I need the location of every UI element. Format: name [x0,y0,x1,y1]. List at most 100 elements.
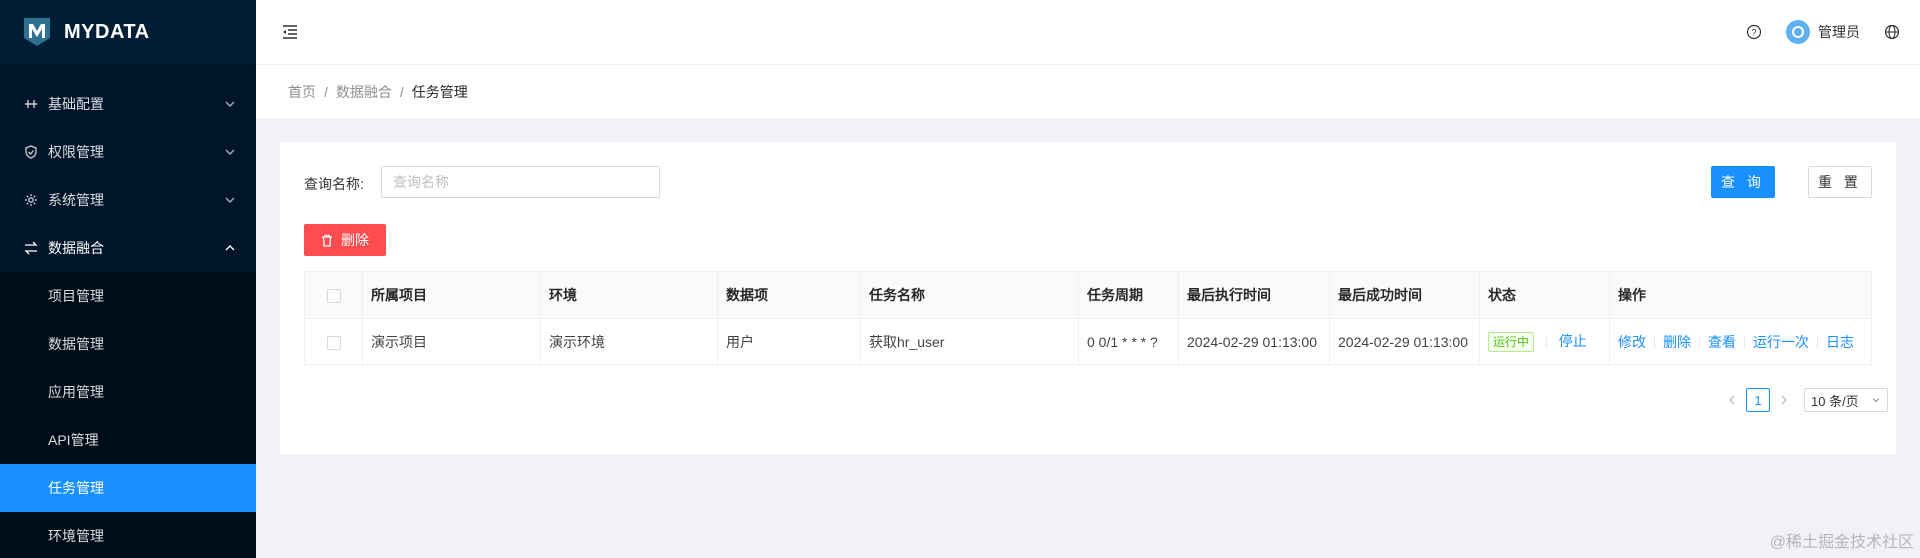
divider [1817,336,1818,349]
language-button[interactable] [1872,0,1920,64]
sliders-icon [24,97,38,111]
delete-link[interactable]: 删除 [1663,334,1691,350]
menu-fold-icon[interactable] [280,22,300,42]
page-number[interactable]: 1 [1746,388,1770,412]
prev-page-icon[interactable] [1720,388,1744,412]
sidebar-item-label: 基础配置 [48,96,104,112]
table-row: 演示项目 演示环境 用户 获取hr_user 0 0/1 * * * ? 202… [304,318,1872,365]
sidebar-item-permission[interactable]: 权限管理 [0,128,256,176]
log-link[interactable]: 日志 [1826,334,1854,350]
breadcrumb-home[interactable]: 首页 [288,82,316,102]
svg-text:?: ? [1751,28,1756,38]
col-last-exec: 最后执行时间 [1178,271,1330,319]
task-table: 所属项目 环境 数据项 任务名称 任务周期 最后执行时间 最后成功时间 状态 操… [304,271,1872,365]
sidebar-item-env[interactable]: 环境管理 [0,512,256,558]
sidebar-item-api[interactable]: API管理 [0,416,256,464]
view-link[interactable]: 查看 [1708,334,1736,350]
cell-actions: 修改 删除 查看 运行一次 日志 [1609,318,1872,365]
page-size-select[interactable]: 10 条/页 [1804,388,1888,412]
sidebar-item-label: 数据管理 [48,336,104,352]
trash-icon [322,234,332,247]
sidebar-item-label: 任务管理 [48,480,104,496]
chevron-down-icon [1872,398,1880,403]
cell-task-name: 获取hr_user [860,318,1079,365]
status-badge: 运行中 [1488,332,1535,352]
chevron-down-icon [225,197,235,203]
search-form: 查询名称: 查 询 重 置 [280,166,1896,200]
col-env: 环境 [540,271,718,319]
chevron-down-icon [225,101,235,107]
sidebar-item-app[interactable]: 应用管理 [0,368,256,416]
sidebar-item-basic-config[interactable]: 基础配置 [0,80,256,128]
divider [1654,336,1655,349]
reset-button[interactable]: 重 置 [1808,166,1872,198]
col-project: 所属项目 [362,271,541,319]
cell-project: 演示项目 [362,318,541,365]
breadcrumb-separator: / [324,83,328,100]
breadcrumb: 首页 / 数据融合 / 任务管理 [256,64,1920,118]
help-button[interactable]: ? [1734,0,1774,64]
user-menu[interactable]: 管理员 [1774,0,1872,64]
gear-icon [24,193,38,207]
edit-link[interactable]: 修改 [1618,334,1646,350]
sidebar: MYDATA 基础配置 权限管理 系统管理 数据融合 项目管理 数据管理 应用管… [0,0,256,558]
header-right: ? 管理员 [1734,0,1920,64]
sidebar-item-data[interactable]: 数据管理 [0,320,256,368]
page-size-value: 10 条/页 [1811,393,1859,409]
sidebar-item-data-fusion[interactable]: 数据融合 [0,224,256,272]
sidebar-menu: 基础配置 权限管理 系统管理 数据融合 项目管理 数据管理 应用管理 API管理… [0,64,256,558]
sidebar-item-label: 系统管理 [48,192,104,208]
sidebar-item-label: 数据融合 [48,240,104,256]
user-icon [1792,26,1804,38]
search-input[interactable] [381,166,660,198]
top-header: ? 管理员 [256,0,1920,64]
stop-link[interactable]: 停止 [1559,333,1587,349]
user-name: 管理员 [1818,24,1860,40]
logo-icon [24,18,50,46]
swap-icon [24,241,38,255]
col-actions: 操作 [1609,271,1872,319]
query-button[interactable]: 查 询 [1711,166,1775,198]
globe-icon [1884,24,1900,40]
cell-data-item: 用户 [717,318,861,365]
data-fusion-submenu: 项目管理 数据管理 应用管理 API管理 任务管理 环境管理 [0,272,256,558]
search-label: 查询名称: [304,176,364,192]
table-header-row: 所属项目 环境 数据项 任务名称 任务周期 最后执行时间 最后成功时间 状态 操… [304,271,1872,319]
chevron-down-icon [225,149,235,155]
pagination: 1 10 条/页 [1720,388,1888,412]
logo-text: MYDATA [64,20,150,43]
cell-last-success: 2024-02-29 01:13:00 [1329,318,1480,365]
delete-button[interactable]: 删除 [304,224,386,256]
question-circle-icon: ? [1746,24,1762,40]
col-status: 状态 [1479,271,1610,319]
sidebar-item-label: 应用管理 [48,384,104,400]
next-page-icon[interactable] [1772,388,1796,412]
cell-last-exec: 2024-02-29 01:13:00 [1178,318,1330,365]
row-checkbox[interactable] [326,335,341,350]
col-last-success: 最后成功时间 [1329,271,1480,319]
divider [1699,336,1700,349]
sidebar-item-label: 环境管理 [48,528,104,544]
breadcrumb-data-fusion[interactable]: 数据融合 [336,82,392,102]
select-all-checkbox[interactable] [326,289,341,304]
select-all-cell [304,271,363,319]
sidebar-item-label: API管理 [48,432,99,448]
col-data-item: 数据项 [717,271,861,319]
run-once-link[interactable]: 运行一次 [1753,334,1809,350]
sidebar-item-label: 项目管理 [48,288,104,304]
breadcrumb-current: 任务管理 [411,83,468,100]
cell-cycle: 0 0/1 * * * ? [1078,318,1179,365]
content-card: 查询名称: 查 询 重 置 删除 所属项目 环境 数据项 任务名称 任务周期 最… [280,142,1896,454]
cell-status: 运行中 停止 [1479,318,1610,365]
cell-env: 演示环境 [540,318,718,365]
sidebar-item-system[interactable]: 系统管理 [0,176,256,224]
chevron-up-icon [225,245,235,251]
delete-button-label: 删除 [341,232,369,248]
logo[interactable]: MYDATA [0,0,256,64]
sidebar-item-project[interactable]: 项目管理 [0,272,256,320]
sidebar-item-task[interactable]: 任务管理 [0,464,256,512]
sidebar-item-label: 权限管理 [48,144,104,160]
shield-icon [24,145,38,159]
avatar [1786,20,1810,44]
col-task-name: 任务名称 [860,271,1079,319]
